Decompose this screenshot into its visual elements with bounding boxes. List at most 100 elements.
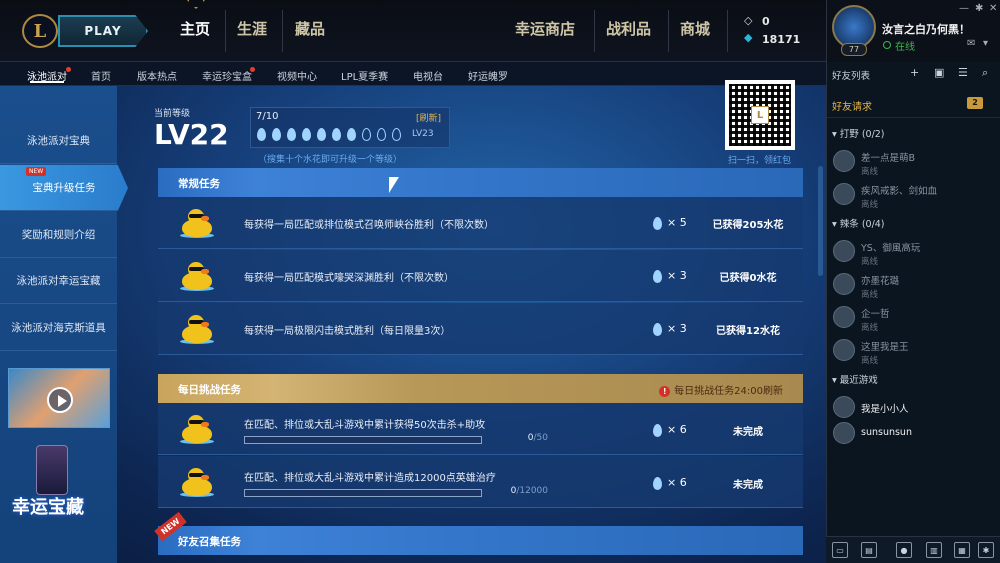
subnav-tv[interactable]: 电视台 bbox=[413, 68, 443, 83]
friend-item[interactable]: 这里我是王 离线 bbox=[827, 335, 1000, 369]
friend-item[interactable]: 亦墨花璐 离线 bbox=[827, 269, 1000, 303]
mail-icon[interactable]: ✉ bbox=[967, 38, 975, 49]
close-icon[interactable]: ✕ bbox=[989, 3, 997, 14]
friend-name: YS、御風高玩 bbox=[861, 243, 921, 254]
section-friend-header: 好友召集任务 bbox=[158, 526, 803, 555]
water-drop-icon bbox=[653, 423, 662, 437]
water-drop-icon bbox=[362, 128, 371, 141]
friend-name: 疾风戒影、剑如血 bbox=[861, 186, 938, 197]
mouse-cursor bbox=[389, 177, 399, 193]
leftnav-pass[interactable]: 泳池派对宝典 bbox=[0, 118, 117, 164]
daily-refresh-note: ! 每日挑战任务24:00刷新 bbox=[659, 382, 783, 397]
duck-icon bbox=[180, 260, 214, 292]
leftnav-upgrade-missions[interactable]: NEW 宝典升级任务 bbox=[0, 165, 128, 211]
tab-career[interactable]: 生涯 bbox=[237, 18, 267, 39]
leftnav-hextech-items[interactable]: 泳池派对海克斯道具 bbox=[0, 305, 117, 351]
profile-panel[interactable]: 77 汝言之白乃何黑！ 在线 — ✱ ✕ ✉ ▾ bbox=[826, 0, 1000, 62]
tab-loot[interactable]: 战利品 bbox=[606, 18, 651, 39]
leftnav-rewards-rules[interactable]: 奖励和规则介绍 bbox=[0, 212, 117, 258]
friend-avatar bbox=[833, 422, 855, 444]
tab-collection[interactable]: 藏品 bbox=[295, 18, 325, 39]
friend-item[interactable]: sunsunsun bbox=[827, 418, 1000, 452]
friend-item[interactable]: 企一哲 离线 bbox=[827, 302, 1000, 336]
water-drop-icon bbox=[347, 128, 356, 141]
riot-points-icon: ◆ bbox=[744, 31, 753, 44]
water-drop-icon bbox=[332, 128, 341, 141]
notes-icon[interactable]: ▦ bbox=[954, 542, 970, 558]
friend-item[interactable]: YS、御風高玩 离线 bbox=[827, 236, 1000, 270]
friend-group-header[interactable]: ▾ 最近游戏 bbox=[832, 372, 878, 386]
friend-status: 离线 bbox=[861, 257, 879, 267]
add-folder-icon[interactable]: ▣ bbox=[934, 66, 944, 79]
chevron-down-icon[interactable]: ▾ bbox=[983, 38, 988, 49]
friend-name: 企一哲 bbox=[861, 309, 890, 320]
subnav-lucky-box[interactable]: 幸运珍宝盒 bbox=[202, 68, 252, 83]
section-title: 常规任务 bbox=[178, 178, 220, 190]
tab-lucky-shop[interactable]: 幸运商店 bbox=[515, 18, 575, 39]
leftnav-lucky-treasure[interactable]: 泳池派对幸运宝藏 bbox=[0, 258, 117, 304]
level-hint: （搜集十个水花即可升级一个等级） bbox=[258, 155, 403, 165]
mission-status: 已获得205水花 bbox=[712, 220, 784, 231]
mission-progress-bar bbox=[244, 489, 482, 497]
mission-description: 在匹配、排位或大乱斗游戏中累计获得50次击杀+助攻 bbox=[244, 420, 486, 431]
leftnav-label: 宝典升级任务 bbox=[32, 182, 96, 194]
qr-code: L bbox=[725, 80, 795, 150]
subnav-home[interactable]: 首页 bbox=[91, 68, 111, 83]
section-title: 每日挑战任务 bbox=[178, 384, 241, 396]
water-drop-icon bbox=[653, 216, 662, 230]
friend-requests[interactable]: 好友请求 2 bbox=[827, 88, 1000, 118]
voice-icon[interactable]: ● bbox=[896, 542, 912, 558]
settings-icon[interactable]: ✱ bbox=[978, 542, 994, 558]
friend-group-header[interactable]: ▾ 打野 (0/2) bbox=[832, 126, 885, 140]
friend-avatar bbox=[833, 240, 855, 262]
duck-icon bbox=[180, 313, 214, 345]
friend-requests-label: 好友请求 bbox=[832, 102, 872, 113]
online-status[interactable]: 在线 bbox=[895, 38, 915, 53]
video-promo-banner[interactable] bbox=[8, 368, 110, 428]
friend-avatar bbox=[833, 150, 855, 172]
water-drop-icon bbox=[317, 128, 326, 141]
daily-note-text: 每日挑战任务24:00刷新 bbox=[674, 386, 783, 397]
add-friend-icon[interactable]: + bbox=[910, 66, 919, 79]
subnav-lpl[interactable]: LPL夏季赛 bbox=[341, 68, 388, 83]
play-button[interactable]: PLAY bbox=[58, 15, 148, 47]
list-view-icon[interactable]: ☰ bbox=[958, 66, 968, 79]
warning-icon: ! bbox=[659, 386, 671, 397]
qr-caption[interactable]: 扫一扫，领红包 bbox=[728, 153, 791, 166]
section-daily-header: 每日挑战任务 ! 每日挑战任务24:00刷新 bbox=[158, 374, 803, 403]
settings-icon[interactable]: ✱ bbox=[975, 3, 983, 14]
friend-group-header[interactable]: ▾ 辣条 (0/4) bbox=[832, 216, 885, 230]
clash-icon[interactable]: ▤ bbox=[861, 542, 877, 558]
subnav-lucky-poro[interactable]: 好运魄罗 bbox=[468, 68, 508, 83]
water-drop-icon bbox=[392, 128, 401, 141]
play-icon[interactable] bbox=[47, 387, 73, 413]
friend-requests-count: 2 bbox=[967, 97, 983, 109]
friend-status: 离线 bbox=[861, 323, 879, 333]
friend-item[interactable]: 差一点是萌B 离线 bbox=[827, 146, 1000, 180]
tab-store[interactable]: 商城 bbox=[680, 18, 710, 39]
tab-divider bbox=[594, 10, 595, 52]
blue-essence-amount: 0 bbox=[762, 15, 770, 28]
mission-reward: × 6 bbox=[653, 476, 687, 490]
reward-amount: × 3 bbox=[667, 269, 687, 282]
promo-title: 幸运宝藏 bbox=[12, 497, 84, 518]
duck-icon bbox=[180, 413, 214, 445]
friend-name: 我是小小人 bbox=[861, 404, 909, 415]
minimize-icon[interactable]: — bbox=[959, 3, 969, 14]
scrollbar[interactable] bbox=[818, 166, 823, 276]
mission-status: 未完成 bbox=[733, 427, 763, 438]
section-regular-header: 常规任务 bbox=[158, 168, 803, 197]
tab-divider bbox=[668, 10, 669, 52]
missions-icon[interactable]: ▥ bbox=[926, 542, 942, 558]
search-icon[interactable]: ⌕ bbox=[982, 66, 988, 80]
refresh-link[interactable]: [刷新] bbox=[416, 111, 441, 124]
champion-card-icon bbox=[36, 445, 68, 495]
subnav-video-center[interactable]: 视频中心 bbox=[277, 68, 317, 83]
mission-description: 在匹配、排位或大乱斗游戏中累计造成12000点英雄治疗 bbox=[244, 473, 496, 484]
friend-item[interactable]: 疾风戒影、剑如血 离线 bbox=[827, 179, 1000, 213]
tab-home[interactable]: 主页 bbox=[180, 18, 210, 39]
subnav-version-hot[interactable]: 版本热点 bbox=[137, 68, 177, 83]
chat-icon[interactable]: ▭ bbox=[832, 542, 848, 558]
friend-avatar bbox=[833, 273, 855, 295]
lucky-treasure-banner[interactable]: 幸运宝藏 bbox=[8, 441, 110, 521]
